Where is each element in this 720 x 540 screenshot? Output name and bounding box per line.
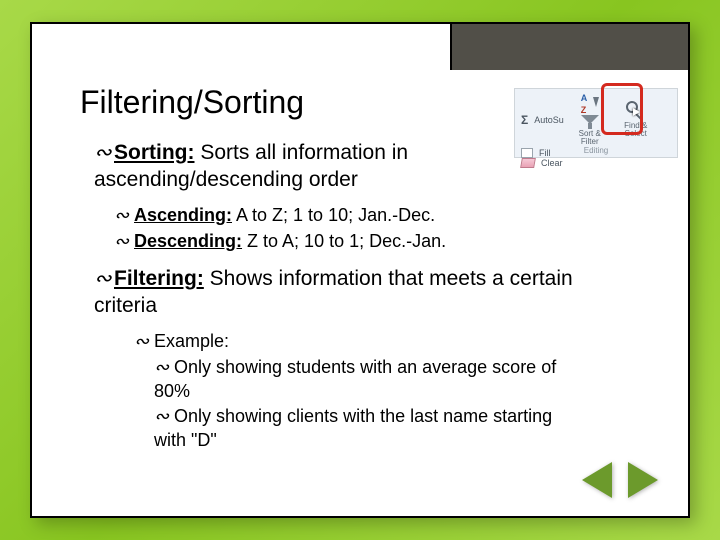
descending-text: Z to A; 10 to 1; Dec.-Jan. xyxy=(242,231,446,251)
example-1-text: Only showing students with an average sc… xyxy=(154,357,556,401)
clear-icon xyxy=(520,158,536,168)
funnel-icon xyxy=(581,115,599,129)
bullet-icon: ∾ xyxy=(154,405,172,429)
example-label: Example: xyxy=(154,331,229,351)
sort-az-icon: AZ xyxy=(579,93,601,115)
bullet-example-2: ∾Only showing clients with the last name… xyxy=(154,405,574,453)
bullet-icon: ∾ xyxy=(154,356,172,380)
prev-slide-button[interactable] xyxy=(582,462,612,498)
bullet-icon: ∾ xyxy=(94,139,112,166)
sigma-icon: Σ xyxy=(521,113,528,127)
bullet-icon: ∾ xyxy=(94,265,112,292)
bullet-filtering: ∾Filtering: Shows information that meets… xyxy=(94,265,614,320)
slide-nav xyxy=(582,462,658,498)
title-tab-decor xyxy=(450,22,690,70)
ascending-text: A to Z; 1 to 10; Jan.-Dec. xyxy=(232,205,435,225)
bullet-example: ∾Example: xyxy=(134,330,650,354)
slide-stage: Filtering/Sorting ∾Sorting: Sorts all in… xyxy=(0,0,720,540)
bullet-ascending: ∾Ascending: A to Z; 1 to 10; Jan.-Dec. xyxy=(114,204,650,228)
example-2-text: Only showing clients with the last name … xyxy=(154,406,552,450)
descending-label: Descending: xyxy=(134,231,242,251)
bullet-icon: ∾ xyxy=(134,330,152,354)
bullet-descending: ∾Descending: Z to A; 10 to 1; Dec.-Jan. xyxy=(114,230,650,254)
autosum-label: AutoSu xyxy=(534,115,564,125)
next-slide-button[interactable] xyxy=(628,462,658,498)
clear-label: Clear xyxy=(541,158,563,168)
ascending-label: Ascending: xyxy=(134,205,232,225)
excel-ribbon-snippet: Σ AutoSu AZ Sort & Filter Find & Select … xyxy=(514,88,678,158)
slide-card: Filtering/Sorting ∾Sorting: Sorts all in… xyxy=(30,22,690,518)
highlight-annotation xyxy=(601,83,643,135)
bullet-example-1: ∾Only showing students with an average s… xyxy=(154,356,574,404)
sorting-label: Sorting: xyxy=(114,141,194,164)
bullet-icon: ∾ xyxy=(114,230,132,254)
ribbon-group-label: Editing xyxy=(515,146,677,155)
bullet-icon: ∾ xyxy=(114,204,132,228)
filtering-label: Filtering: xyxy=(114,267,204,290)
bullet-sorting: ∾Sorting: Sorts all information in ascen… xyxy=(94,139,454,194)
